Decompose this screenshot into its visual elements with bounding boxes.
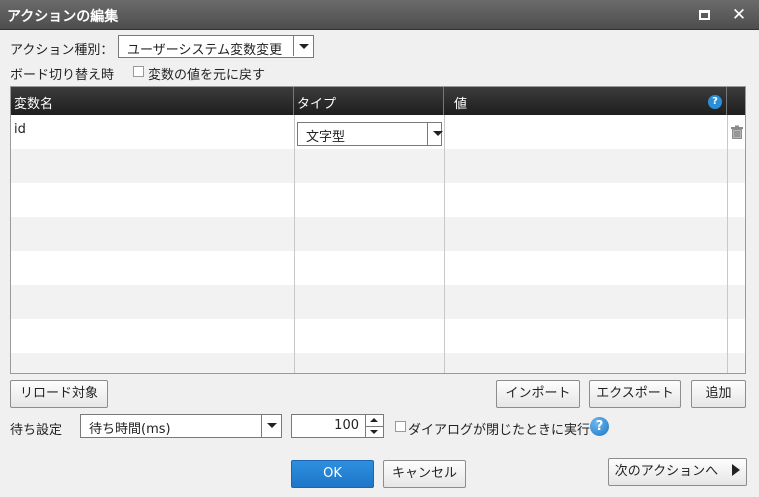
wait-time-value[interactable]: 100 xyxy=(334,418,359,433)
variables-table: 変数名 タイプ 値 ? id 文字型 xyxy=(10,86,746,374)
column-divider xyxy=(444,115,445,373)
close-button[interactable]: ✕ xyxy=(729,5,749,25)
chevron-down-icon[interactable] xyxy=(261,415,281,437)
run-on-close-checkbox[interactable] xyxy=(395,421,406,432)
wait-mode-select[interactable]: 待ち時間(ms) xyxy=(80,414,282,438)
trash-icon[interactable] xyxy=(730,125,744,139)
table-row xyxy=(11,149,745,183)
variable-name-cell[interactable]: id xyxy=(14,122,26,137)
stepper-down-icon[interactable] xyxy=(366,426,383,437)
wait-time-stepper[interactable]: 100 xyxy=(291,414,384,438)
cancel-button[interactable]: キャンセル xyxy=(383,460,466,488)
table-row xyxy=(11,353,745,373)
stepper-up-icon[interactable] xyxy=(366,415,383,426)
restore-values-label[interactable]: 変数の値を元に戻す xyxy=(148,64,265,83)
column-divider xyxy=(727,115,728,373)
chevron-down-icon[interactable] xyxy=(293,36,313,56)
variable-type-value: 文字型 xyxy=(306,130,346,145)
action-type-select[interactable]: ユーザーシステム変数変更 xyxy=(118,35,314,58)
stepper-buttons xyxy=(365,415,383,437)
export-button[interactable]: エクスポート xyxy=(589,380,681,408)
table-row[interactable]: id 文字型 xyxy=(11,115,745,149)
action-type-label: アクション種別： xyxy=(10,43,114,58)
table-row xyxy=(11,251,745,285)
run-on-close-label[interactable]: ダイアログが閉じたときに実行 xyxy=(408,419,590,438)
ok-button[interactable]: OK xyxy=(291,460,374,488)
title-bar: アクションの編集 ✕ xyxy=(0,0,759,30)
help-icon[interactable]: ? xyxy=(590,417,609,436)
add-button[interactable]: 追加 xyxy=(691,380,746,408)
next-action-button[interactable]: 次のアクションへ xyxy=(608,458,747,486)
reload-target-button[interactable]: リロード対象 xyxy=(10,380,108,408)
table-header: 変数名 タイプ 値 ? xyxy=(11,87,745,115)
import-button[interactable]: インポート xyxy=(496,380,580,408)
table-row xyxy=(11,183,745,217)
action-type-value: ユーザーシステム変数変更 xyxy=(127,43,283,58)
table-row xyxy=(11,217,745,251)
wait-setting-label: 待ち設定 xyxy=(10,423,63,438)
board-switch-label: ボード切り替え時 xyxy=(10,68,115,83)
column-header-type[interactable]: タイプ xyxy=(294,87,444,115)
variable-type-select[interactable]: 文字型 xyxy=(297,122,443,146)
wait-mode-value: 待ち時間(ms) xyxy=(89,422,171,437)
maximize-icon xyxy=(698,10,710,20)
play-icon xyxy=(732,464,741,476)
table-row xyxy=(11,319,745,353)
table-row xyxy=(11,285,745,319)
maximize-button[interactable] xyxy=(694,5,714,25)
restore-values-checkbox[interactable] xyxy=(133,66,144,77)
column-divider xyxy=(294,115,295,373)
column-header-name[interactable]: 変数名 xyxy=(11,87,294,115)
window-title: アクションの編集 xyxy=(7,9,119,25)
column-header-actions xyxy=(727,87,745,115)
column-header-value[interactable]: 値 ? xyxy=(444,87,727,115)
help-icon[interactable]: ? xyxy=(708,95,722,109)
chevron-down-icon[interactable] xyxy=(427,123,443,145)
next-action-label: 次のアクションへ xyxy=(614,464,719,479)
